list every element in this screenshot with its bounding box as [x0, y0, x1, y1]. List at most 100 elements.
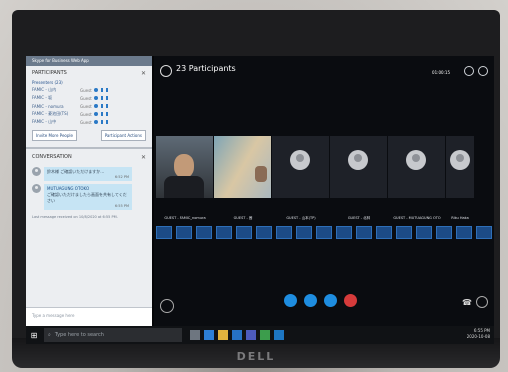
participant-tag: Guest	[80, 111, 92, 117]
participant-tag: Guest	[80, 95, 92, 101]
system-tray[interactable]: 6:55 PM 2020-10-08	[467, 328, 490, 340]
top-right-controls	[464, 66, 488, 76]
message-text: ご確認いただけましたら画面を共有してください	[47, 192, 127, 203]
participant-chip[interactable]	[276, 226, 292, 239]
video-icon	[106, 96, 108, 100]
chat-icon	[94, 96, 98, 100]
participant-tag: Guest	[80, 103, 92, 109]
participant-row[interactable]: FAMIC - 山中 Guest	[26, 118, 152, 126]
chat-icon[interactable]	[160, 299, 174, 313]
video-icon	[106, 88, 108, 92]
chrome-icon[interactable]	[260, 330, 270, 340]
close-icon[interactable]: ✕	[141, 154, 146, 161]
message-time: 6:55 PM	[114, 204, 129, 208]
file-explorer-icon[interactable]	[218, 330, 228, 340]
participant-row[interactable]: FAMIC - 山内 Guest	[26, 86, 152, 94]
side-pane: Skype for Business Web App PARTICIPANTS …	[26, 56, 152, 326]
video-tile[interactable]	[156, 136, 213, 198]
taskbar-apps	[190, 330, 284, 340]
message-bubble: MUTUAGUNG OTOKO ご確認いただけましたら画面を共有してください 6…	[44, 184, 132, 210]
video-tile[interactable]	[330, 136, 387, 198]
tile-label: GUEST - 茜	[233, 216, 253, 220]
windows-taskbar: ⊞ ⌕ Type here to search 6:55 PM 2020-10-…	[26, 326, 494, 344]
tile-label: GUEST - MUTUAGUNG OTO	[393, 216, 441, 220]
participant-chip[interactable]	[476, 226, 492, 239]
video-icon	[106, 120, 108, 124]
edge-icon[interactable]	[204, 330, 214, 340]
participant-chip[interactable]	[296, 226, 312, 239]
video-icon	[106, 112, 108, 116]
avatar	[32, 167, 41, 176]
participant-chip[interactable]	[196, 226, 212, 239]
participant-chip[interactable]	[396, 226, 412, 239]
participant-chip[interactable]	[236, 226, 252, 239]
dell-logo: DELL	[236, 350, 276, 363]
mic-icon	[101, 112, 103, 116]
chat-icon	[94, 104, 98, 108]
hangup-icon[interactable]	[344, 294, 357, 307]
photo-background: DELL Skype for Business Web App PARTICIP…	[0, 0, 508, 372]
tile-label: GUEST - FAMIC_nomura	[164, 216, 206, 220]
participant-chip[interactable]	[416, 226, 432, 239]
avatar-icon	[290, 150, 310, 170]
people-icon[interactable]	[160, 65, 172, 77]
share-icon[interactable]	[324, 294, 337, 307]
video-icon	[106, 104, 108, 108]
participant-chip[interactable]	[456, 226, 472, 239]
avatar-icon	[450, 150, 470, 170]
participant-strip	[156, 226, 494, 239]
participant-name: FAMIC - 菱池田(TS)	[32, 111, 69, 116]
participant-row[interactable]: FAMIC - nomura Guest	[26, 102, 152, 110]
invite-more-people-button[interactable]: Invite More People	[32, 130, 77, 141]
call-controls	[284, 294, 357, 307]
participant-chip[interactable]	[356, 226, 372, 239]
chat-message: MUTUAGUNG OTOKO ご確認いただけましたら画面を共有してください 6…	[32, 184, 146, 210]
outlook-icon[interactable]	[232, 330, 242, 340]
fullscreen-icon[interactable]	[478, 66, 488, 76]
participant-buttons: Invite More People Participant Actions	[26, 126, 152, 145]
more-options-icon[interactable]	[476, 296, 488, 308]
screen: Skype for Business Web App PARTICIPANTS …	[26, 56, 494, 344]
avatar-icon	[406, 150, 426, 170]
task-view-icon[interactable]	[190, 330, 200, 340]
participant-chip[interactable]	[436, 226, 452, 239]
window-title: Skype for Business Web App	[26, 56, 152, 66]
message-time: 6:52 PM	[114, 175, 129, 179]
message-bubble: 鈴木様 ご確認いただけますか… 6:52 PM	[44, 167, 132, 181]
participant-face	[255, 166, 267, 182]
participant-row[interactable]: FAMIC - 坂 Guest	[26, 94, 152, 102]
participant-chip[interactable]	[316, 226, 332, 239]
windows-start-icon[interactable]: ⊞	[26, 326, 42, 344]
layout-icon[interactable]	[464, 66, 474, 76]
participant-list: FAMIC - 山内 Guest FAMIC - 坂 Guest FAMIC -…	[26, 86, 152, 126]
participant-chip[interactable]	[256, 226, 272, 239]
video-tile[interactable]	[272, 136, 329, 198]
message-input[interactable]: Type a message here	[26, 307, 152, 326]
conversation-header: CONVERSATION ✕	[26, 149, 152, 164]
participant-face	[174, 154, 194, 178]
participant-chip[interactable]	[216, 226, 232, 239]
close-icon[interactable]: ✕	[141, 70, 146, 77]
video-icon[interactable]	[304, 294, 317, 307]
participant-chip[interactable]	[156, 226, 172, 239]
video-tile[interactable]	[388, 136, 445, 198]
tile-label: GUEST - 北林	[347, 216, 371, 220]
video-tile[interactable]	[446, 136, 474, 198]
participant-chip[interactable]	[336, 226, 352, 239]
video-tile[interactable]	[214, 136, 271, 198]
participant-body	[164, 176, 204, 198]
phone-icon[interactable]: ☎	[462, 298, 472, 307]
teams-icon[interactable]	[246, 330, 256, 340]
participant-row[interactable]: FAMIC - 菱池田(TS) Guest	[26, 110, 152, 118]
presenters-group[interactable]: Presenters (23)	[26, 79, 152, 86]
chat-message: 鈴木様 ご確認いただけますか… 6:52 PM	[32, 167, 146, 181]
search-placeholder: Type here to search	[54, 332, 104, 338]
participant-chip[interactable]	[376, 226, 392, 239]
participants-header: PARTICIPANTS ✕	[26, 66, 152, 79]
participant-actions-button[interactable]: Participant Actions	[100, 130, 146, 141]
skype-icon[interactable]	[274, 330, 284, 340]
participant-chip[interactable]	[176, 226, 192, 239]
chat-icon	[94, 112, 98, 116]
mute-icon[interactable]	[284, 294, 297, 307]
taskbar-search[interactable]: ⌕ Type here to search	[44, 328, 182, 342]
